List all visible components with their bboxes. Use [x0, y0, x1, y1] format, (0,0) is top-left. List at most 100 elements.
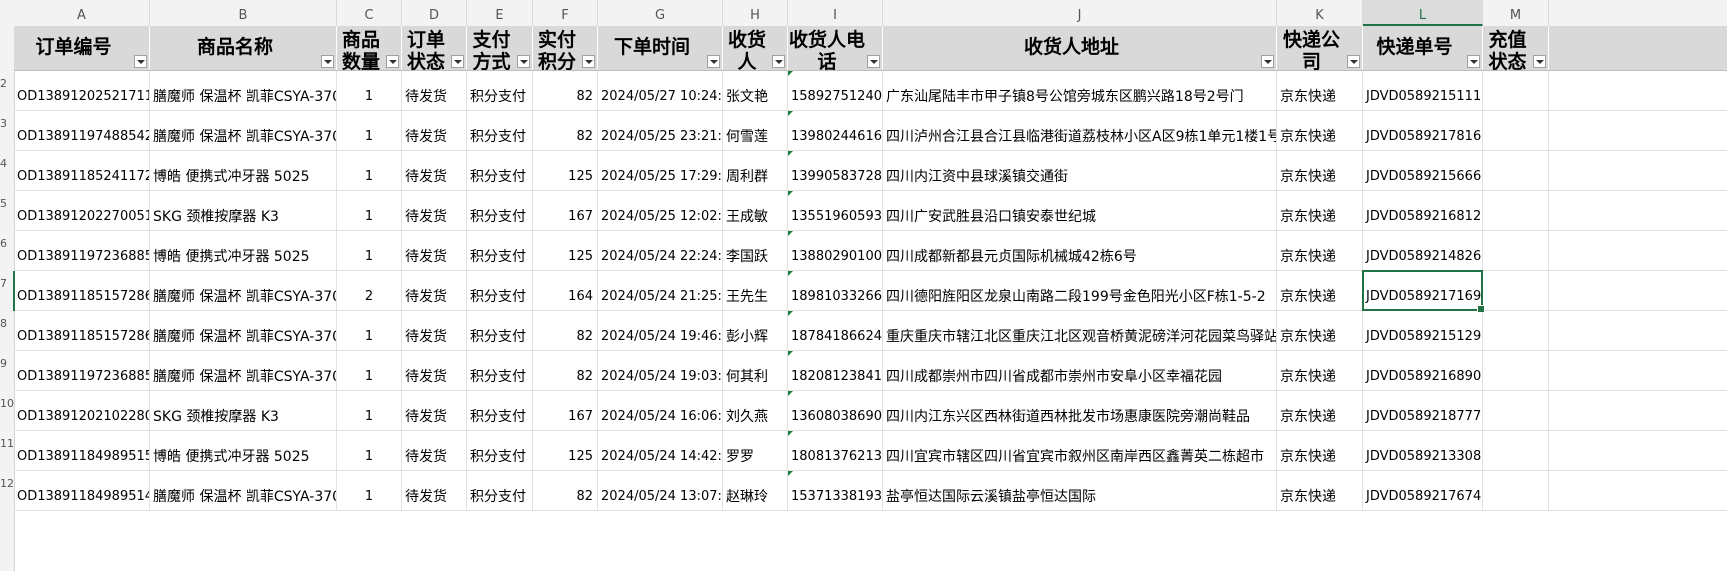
table-cell[interactable]: [1483, 351, 1549, 391]
table-cell[interactable]: SKG 颈椎按摩器 K3: [150, 391, 337, 431]
table-cell[interactable]: 积分支付: [467, 471, 533, 511]
header-cell[interactable]: 订单编号: [14, 26, 150, 70]
row-number[interactable]: 9: [0, 357, 14, 370]
table-cell[interactable]: 京东快递: [1277, 151, 1363, 191]
filter-dropdown-icon[interactable]: [772, 55, 785, 68]
table-cell[interactable]: 2: [337, 271, 402, 311]
table-cell[interactable]: 王先生: [723, 271, 788, 311]
table-cell[interactable]: 164: [533, 271, 598, 311]
table-cell[interactable]: 2024/05/27 10:24:58: [598, 71, 723, 111]
header-cell[interactable]: 快递公司: [1277, 26, 1363, 70]
table-cell[interactable]: 1: [337, 311, 402, 351]
table-cell[interactable]: 四川内江东兴区西林街道西林批发市场惠康医院旁潮尚鞋品: [883, 391, 1277, 431]
table-cell[interactable]: 京东快递: [1277, 471, 1363, 511]
column-letter-f[interactable]: F: [533, 0, 598, 26]
table-cell[interactable]: 四川泸州合江县合江县临港街道荔枝林小区A区9栋1单元1楼1号: [883, 111, 1277, 151]
filter-dropdown-icon[interactable]: [1533, 55, 1546, 68]
column-letter-h[interactable]: H: [723, 0, 788, 26]
table-cell[interactable]: 膳魔师 保温杯 凯菲CSYA-370: [150, 311, 337, 351]
table-cell[interactable]: 四川德阳旌阳区龙泉山南路二段199号金色阳光小区F栋1-5-2: [883, 271, 1277, 311]
row-number[interactable]: 12: [0, 477, 14, 490]
table-cell[interactable]: 盐亭恒达国际云溪镇盐亭恒达国际: [883, 471, 1277, 511]
table-cell[interactable]: 待发货: [402, 471, 467, 511]
header-cell[interactable]: 快递单号: [1363, 26, 1483, 70]
table-cell[interactable]: OD1389120227005194: [14, 191, 150, 231]
table-cell[interactable]: 京东快递: [1277, 391, 1363, 431]
table-cell[interactable]: 积分支付: [467, 271, 533, 311]
row-number[interactable]: 8: [0, 317, 14, 330]
table-cell[interactable]: 赵琳玲: [723, 471, 788, 511]
table-cell[interactable]: 18208123841: [788, 351, 883, 391]
table-cell[interactable]: [1483, 71, 1549, 111]
table-cell[interactable]: 广东汕尾陆丰市甲子镇8号公馆旁城东区鹏兴路18号2号门: [883, 71, 1277, 111]
column-letter-j[interactable]: J: [883, 0, 1277, 26]
column-letter-b[interactable]: B: [150, 0, 337, 26]
filter-dropdown-icon[interactable]: [1467, 55, 1480, 68]
table-cell[interactable]: 王成敏: [723, 191, 788, 231]
header-cell[interactable]: 实付积分: [533, 26, 598, 70]
table-cell[interactable]: 京东快递: [1277, 431, 1363, 471]
row-number[interactable]: 10: [0, 397, 14, 410]
table-cell[interactable]: 待发货: [402, 151, 467, 191]
table-cell[interactable]: [1483, 191, 1549, 231]
table-cell[interactable]: 18784186624: [788, 311, 883, 351]
table-cell[interactable]: 周利群: [723, 151, 788, 191]
filter-dropdown-icon[interactable]: [451, 55, 464, 68]
table-cell[interactable]: OD1389118498951499: [14, 471, 150, 511]
table-cell[interactable]: 积分支付: [467, 71, 533, 111]
header-cell[interactable]: 商品名称: [150, 26, 337, 70]
table-cell[interactable]: SKG 颈椎按摩器 K3: [150, 191, 337, 231]
table-cell[interactable]: 13551960593: [788, 191, 883, 231]
column-letter-k[interactable]: K: [1277, 0, 1363, 26]
table-cell[interactable]: 待发货: [402, 71, 467, 111]
table-cell[interactable]: 1: [337, 111, 402, 151]
table-cell[interactable]: 膳魔师 保温杯 凯菲CSYA-370: [150, 111, 337, 151]
row-number[interactable]: 3: [0, 117, 14, 130]
table-cell[interactable]: 张文艳: [723, 71, 788, 111]
column-letter-e[interactable]: E: [467, 0, 533, 26]
table-cell[interactable]: 京东快递: [1277, 271, 1363, 311]
table-cell[interactable]: [1483, 391, 1549, 431]
table-cell[interactable]: 1: [337, 471, 402, 511]
table-cell[interactable]: 膳魔师 保温杯 凯菲CSYA-370: [150, 71, 337, 111]
table-cell[interactable]: 待发货: [402, 391, 467, 431]
table-cell[interactable]: 何其利: [723, 351, 788, 391]
table-cell[interactable]: OD1389118498951547: [14, 431, 150, 471]
table-cell[interactable]: JDVD05892176746: [1363, 471, 1483, 511]
table-cell[interactable]: 待发货: [402, 271, 467, 311]
table-cell[interactable]: 2024/05/24 19:03:57: [598, 351, 723, 391]
table-cell[interactable]: [1483, 111, 1549, 151]
table-cell[interactable]: 待发货: [402, 351, 467, 391]
table-cell[interactable]: 13608038690: [788, 391, 883, 431]
table-cell[interactable]: 1: [337, 391, 402, 431]
table-cell[interactable]: 待发货: [402, 191, 467, 231]
table-cell[interactable]: 积分支付: [467, 231, 533, 271]
header-cell[interactable]: 充值状态: [1483, 26, 1549, 70]
table-cell[interactable]: 膳魔师 保温杯 凯菲CSYA-370: [150, 271, 337, 311]
table-cell[interactable]: 京东快递: [1277, 311, 1363, 351]
table-cell[interactable]: 15371338193: [788, 471, 883, 511]
table-cell[interactable]: OD1389120252171116: [14, 71, 150, 111]
header-cell[interactable]: 收货人: [723, 26, 788, 70]
header-cell[interactable]: 下单时间: [598, 26, 723, 70]
table-cell[interactable]: 82: [533, 311, 598, 351]
table-cell[interactable]: 82: [533, 471, 598, 511]
column-letter-d[interactable]: D: [402, 0, 467, 26]
column-letter-a[interactable]: A: [14, 0, 150, 26]
table-cell[interactable]: 2024/05/24 21:25:27: [598, 271, 723, 311]
filter-dropdown-icon[interactable]: [1261, 55, 1274, 68]
table-cell[interactable]: JDVD05892168125: [1363, 191, 1483, 231]
table-cell[interactable]: JDVD05892148261: [1363, 231, 1483, 271]
table-cell[interactable]: 博皓 便携式冲牙器 5025: [150, 151, 337, 191]
table-cell[interactable]: OD1389118515728647: [14, 311, 150, 351]
table-cell[interactable]: 2024/05/24 22:24:23: [598, 231, 723, 271]
table-cell[interactable]: 博皓 便携式冲牙器 5025: [150, 231, 337, 271]
filter-dropdown-icon[interactable]: [386, 55, 399, 68]
row-number[interactable]: 6: [0, 237, 14, 250]
table-cell[interactable]: 82: [533, 71, 598, 111]
filter-dropdown-icon[interactable]: [517, 55, 530, 68]
table-cell[interactable]: 积分支付: [467, 311, 533, 351]
filter-dropdown-icon[interactable]: [321, 55, 334, 68]
table-cell[interactable]: OD1389118515728660: [14, 271, 150, 311]
table-cell[interactable]: JDVD05892151295: [1363, 311, 1483, 351]
